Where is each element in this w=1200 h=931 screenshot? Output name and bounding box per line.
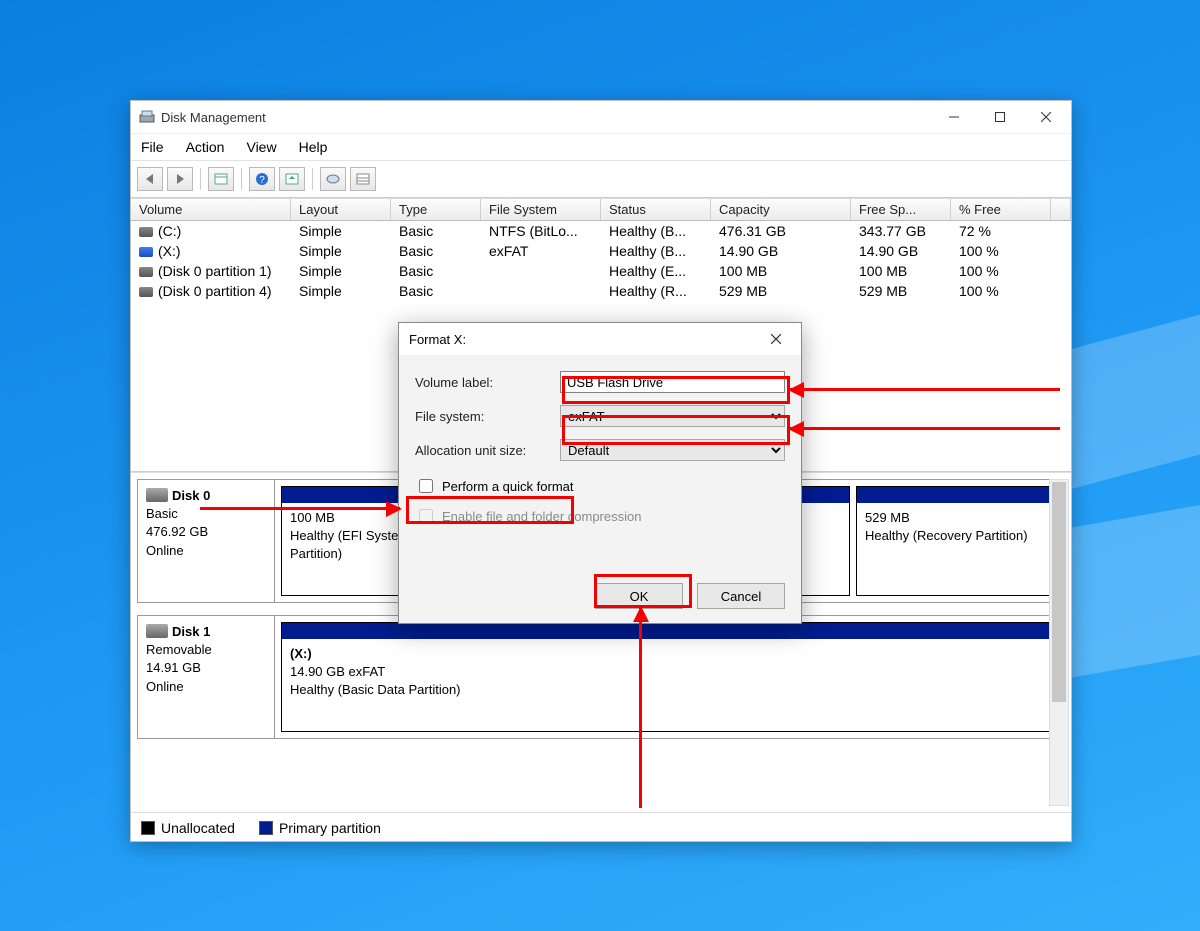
dialog-title: Format X:: [409, 332, 753, 347]
back-button[interactable]: [137, 167, 163, 191]
volume-row[interactable]: (C:) Simple Basic NTFS (BitLo... Healthy…: [131, 221, 1071, 241]
cancel-button[interactable]: Cancel: [697, 583, 785, 609]
toolbar: ?: [131, 161, 1071, 198]
legend-swatch-primary: [259, 821, 273, 835]
allocation-unit-select[interactable]: Default: [560, 439, 785, 461]
col-pctfree[interactable]: % Free: [951, 199, 1051, 220]
disk-label-panel[interactable]: Disk 0 Basic 476.92 GB Online: [138, 480, 275, 602]
app-icon: [139, 109, 155, 125]
file-system-label: File system:: [415, 409, 560, 424]
maximize-button[interactable]: [977, 102, 1023, 132]
menu-file[interactable]: File: [137, 137, 168, 157]
col-type[interactable]: Type: [391, 199, 481, 220]
svg-text:?: ?: [259, 175, 265, 186]
volume-label-input[interactable]: [560, 371, 785, 393]
format-dialog: Format X: Volume label: File system: exF…: [398, 322, 802, 624]
menu-view[interactable]: View: [242, 137, 280, 157]
dialog-close-button[interactable]: [753, 325, 799, 353]
help-button[interactable]: ?: [249, 167, 275, 191]
compression-checkbox: [419, 509, 433, 523]
drive-icon: [139, 247, 153, 257]
ok-button[interactable]: OK: [595, 583, 683, 609]
list-view-button[interactable]: [350, 167, 376, 191]
dialog-titlebar: Format X:: [399, 323, 801, 355]
file-system-select[interactable]: exFAT: [560, 405, 785, 427]
disk-row: Disk 1 Removable 14.91 GB Online (X:) 14…: [137, 615, 1065, 739]
minimize-button[interactable]: [931, 102, 977, 132]
volume-row[interactable]: (Disk 0 partition 4) Simple Basic Health…: [131, 281, 1071, 301]
refresh-button[interactable]: [279, 167, 305, 191]
drive-icon: [139, 287, 153, 297]
partition[interactable]: (X:) 14.90 GB exFAT Healthy (Basic Data …: [281, 622, 1058, 732]
listview-header: Volume Layout Type File System Status Ca…: [131, 198, 1071, 221]
drive-icon: [139, 267, 153, 277]
col-layout[interactable]: Layout: [291, 199, 391, 220]
drive-icon: [139, 227, 153, 237]
disk-icon: [146, 488, 168, 502]
quick-format-checkbox[interactable]: [419, 479, 433, 493]
col-volume[interactable]: Volume: [131, 199, 291, 220]
vertical-scrollbar[interactable]: [1049, 479, 1069, 806]
compression-row: Enable file and folder compression: [415, 505, 785, 527]
legend: Unallocated Primary partition: [131, 812, 1071, 841]
menubar: File Action View Help: [131, 134, 1071, 161]
volume-row[interactable]: (Disk 0 partition 1) Simple Basic Health…: [131, 261, 1071, 281]
window-title: Disk Management: [161, 110, 266, 125]
close-button[interactable]: [1023, 102, 1069, 132]
forward-button[interactable]: [167, 167, 193, 191]
disk-icon: [146, 624, 168, 638]
col-capacity[interactable]: Capacity: [711, 199, 851, 220]
col-filesystem[interactable]: File System: [481, 199, 601, 220]
compression-label: Enable file and folder compression: [442, 509, 641, 524]
volume-label-label: Volume label:: [415, 375, 560, 390]
menu-help[interactable]: Help: [295, 137, 332, 157]
col-status[interactable]: Status: [601, 199, 711, 220]
menu-action[interactable]: Action: [182, 137, 229, 157]
quick-format-label: Perform a quick format: [442, 479, 574, 494]
partition[interactable]: 529 MB Healthy (Recovery Partition): [856, 486, 1058, 596]
titlebar: Disk Management: [131, 101, 1071, 134]
disk-view-button[interactable]: [320, 167, 346, 191]
allocation-unit-label: Allocation unit size:: [415, 443, 560, 458]
volume-row[interactable]: (X:) Simple Basic exFAT Healthy (B... 14…: [131, 241, 1071, 261]
col-freespace[interactable]: Free Sp...: [851, 199, 951, 220]
disk-label-panel[interactable]: Disk 1 Removable 14.91 GB Online: [138, 616, 275, 738]
quick-format-row[interactable]: Perform a quick format: [415, 475, 785, 497]
legend-swatch-unallocated: [141, 821, 155, 835]
properties-button[interactable]: [208, 167, 234, 191]
